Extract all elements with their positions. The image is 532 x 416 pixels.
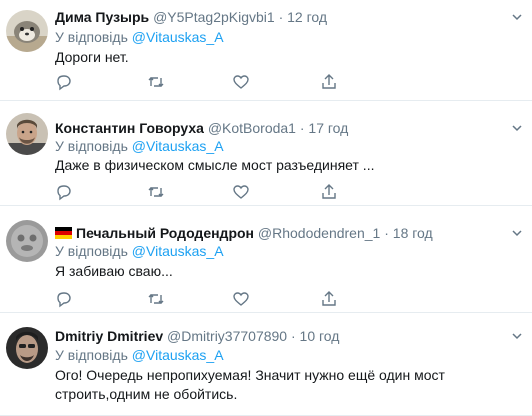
avatar[interactable] [6,327,48,369]
reply-prefix: У відповідь [55,138,128,154]
tweet-text: Даже в физическом смысле мост разъединяе… [55,157,375,173]
share-icon[interactable] [320,183,338,201]
share-icon[interactable] [320,290,338,308]
author-name[interactable]: Дима Пузырь [55,9,149,25]
avatar[interactable] [6,220,48,262]
timestamp[interactable]: 12 год [287,9,327,25]
tweet-header: Дима Пузырь @Y5Ptag2pKigvbi1 · 12 год [55,8,502,26]
tweet[interactable]: Дима Пузырь @Y5Ptag2pKigvbi1 · 12 год У … [0,0,532,101]
germany-flag-icon [55,227,72,239]
tweet-text: Я забиваю сваю... [55,263,173,279]
timestamp[interactable]: 10 год [300,328,340,344]
tweet-text: Ого! Очередь непропихуемая! Значит нужно… [55,367,445,402]
reply-mention-link[interactable]: @Vitauskas_A [132,138,224,154]
like-icon[interactable] [232,290,250,308]
author-handle[interactable]: @Dmitriy37707890 [167,328,287,344]
tweet-header: Печальный Рододендрон @Rhododendren_1 · … [55,224,502,242]
chevron-down-icon[interactable] [510,10,524,24]
retweet-icon[interactable] [147,73,165,91]
tweet-header: Константин Говоруха @KotBoroda1 · 17 год [55,119,502,137]
tweet-header: Dmitriy Dmitriev @Dmitriy37707890 · 10 г… [55,327,502,345]
chevron-down-icon[interactable] [510,121,524,135]
reply-mention-link[interactable]: @Vitauskas_A [132,243,224,259]
reply-mention-link[interactable]: @Vitauskas_A [132,29,224,45]
avatar[interactable] [6,10,48,52]
author-handle[interactable]: @Y5Ptag2pKigvbi1 [153,9,275,25]
tweet[interactable]: Константин Говоруха @KotBoroda1 · 17 год… [0,101,532,206]
replies-feed: Дима Пузырь @Y5Ptag2pKigvbi1 · 12 год У … [0,0,532,416]
author-handle[interactable]: @Rhododendren_1 [258,225,380,241]
retweet-icon[interactable] [147,290,165,308]
chevron-down-icon[interactable] [510,226,524,240]
separator-dot: · [384,225,389,241]
reply-prefix: У відповідь [55,347,128,363]
tweet-text: Дороги нет. [55,49,129,65]
separator-dot: · [290,328,296,344]
separator-dot: · [278,9,284,25]
retweet-icon[interactable] [147,183,165,201]
like-icon[interactable] [232,73,250,91]
timestamp[interactable]: 18 год [393,225,433,241]
reply-mention-link[interactable]: @Vitauskas_A [132,347,224,363]
tweet[interactable]: Печальный Рододендрон @Rhododendren_1 · … [0,206,532,313]
reply-icon[interactable] [55,73,73,91]
tweet-actions [55,183,355,201]
author-name[interactable]: Печальный Рододендрон [76,225,254,241]
reply-icon[interactable] [55,183,73,201]
tweet-actions [55,290,355,308]
reply-icon[interactable] [55,290,73,308]
tweet[interactable]: Dmitriy Dmitriev @Dmitriy37707890 · 10 г… [0,313,532,416]
reply-prefix: У відповідь [55,243,128,259]
separator-dot: · [299,120,305,136]
reply-context: У відповідь @Vitauskas_A [55,28,224,46]
reply-context: У відповідь @Vitauskas_A [55,242,224,260]
avatar[interactable] [6,113,48,155]
reply-prefix: У відповідь [55,29,128,45]
tweet-actions [55,73,355,91]
author-name[interactable]: Dmitriy Dmitriev [55,328,163,344]
author-handle[interactable]: @KotBoroda1 [208,120,296,136]
reply-context: У відповідь @Vitauskas_A [55,346,224,364]
author-name[interactable]: Константин Говоруха [55,120,204,136]
reply-context: У відповідь @Vitauskas_A [55,137,224,155]
timestamp[interactable]: 17 год [308,120,348,136]
share-icon[interactable] [320,73,338,91]
like-icon[interactable] [232,183,250,201]
chevron-down-icon[interactable] [510,329,524,343]
